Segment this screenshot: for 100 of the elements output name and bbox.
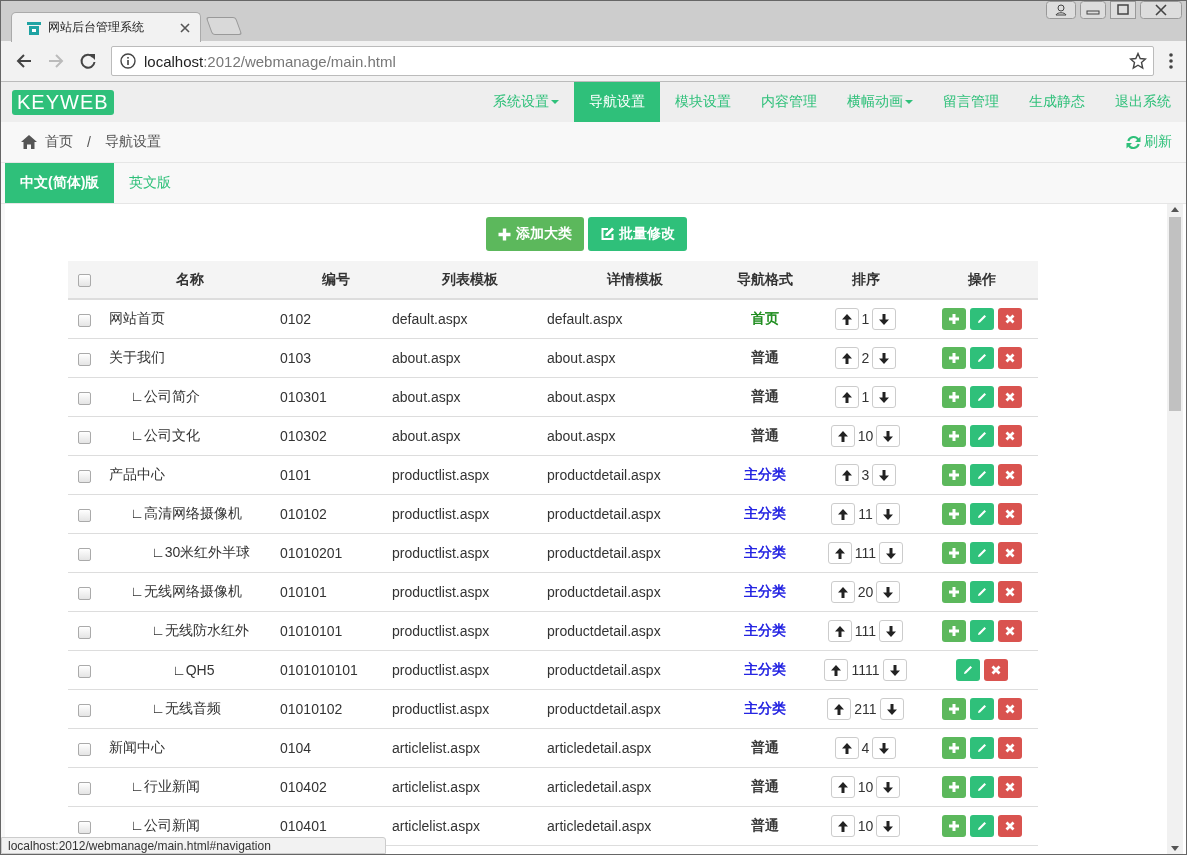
up-button[interactable] [830,815,855,837]
row-checkbox[interactable] [77,313,91,327]
add-child-button[interactable] [941,737,966,759]
reload-icon[interactable] [79,52,97,70]
delete-button[interactable] [997,620,1022,642]
delete-button[interactable] [997,815,1022,837]
add-button[interactable]: 添加大类 [485,217,584,251]
add-child-button[interactable] [941,464,966,486]
add-child-button[interactable] [941,347,966,369]
nav-item[interactable]: 退出系统 [1100,82,1186,122]
edit-button[interactable] [955,659,980,681]
down-button[interactable] [876,815,901,837]
nav-item[interactable]: 生成静态 [1014,82,1100,122]
down-button[interactable] [882,659,907,681]
up-button[interactable] [834,347,859,369]
up-button[interactable] [827,542,852,564]
delete-button[interactable] [997,581,1022,603]
up-button[interactable] [830,776,855,798]
close-icon[interactable] [1140,1,1182,19]
edit-button[interactable] [969,347,994,369]
up-button[interactable] [827,698,852,720]
edit-button[interactable] [969,464,994,486]
delete-button[interactable] [997,542,1022,564]
down-button[interactable] [876,425,901,447]
delete-button[interactable] [997,464,1022,486]
address-field[interactable]: localhost:2012/webmanage/main.html [111,46,1154,76]
delete-button[interactable] [997,347,1022,369]
add-child-button[interactable] [941,776,966,798]
add-child-button[interactable] [941,425,966,447]
delete-button[interactable] [997,776,1022,798]
star-icon[interactable] [1129,52,1147,70]
row-checkbox[interactable] [77,430,91,444]
edit-button[interactable] [969,581,994,603]
delete-button[interactable] [997,737,1022,759]
edit-button[interactable] [969,776,994,798]
breadcrumb-item[interactable]: 首页 [45,133,73,151]
row-checkbox[interactable] [77,703,91,717]
add-child-button[interactable] [941,698,966,720]
up-button[interactable] [834,386,859,408]
refresh-link[interactable]: 刷新 [1126,133,1172,151]
batch-edit-button[interactable]: 批量修改 [587,217,687,251]
edit-button[interactable] [969,386,994,408]
row-checkbox[interactable] [77,547,91,561]
edit-button[interactable] [969,308,994,330]
row-checkbox[interactable] [77,664,91,678]
add-child-button[interactable] [941,620,966,642]
nav-item[interactable]: 横幅动画 [832,82,928,122]
nav-item[interactable]: 内容管理 [746,82,832,122]
down-button[interactable] [872,737,897,759]
down-button[interactable] [879,620,904,642]
language-tab[interactable]: 中文(简体)版 [5,163,115,203]
delete-button[interactable] [997,308,1022,330]
down-button[interactable] [872,464,897,486]
down-button[interactable] [872,347,897,369]
edit-button[interactable] [969,737,994,759]
add-child-button[interactable] [941,308,966,330]
down-button[interactable] [879,698,904,720]
select-all-checkbox[interactable] [77,274,91,288]
down-button[interactable] [872,386,897,408]
up-button[interactable] [834,308,859,330]
up-button[interactable] [824,659,849,681]
edit-button[interactable] [969,698,994,720]
row-checkbox[interactable] [77,625,91,639]
add-child-button[interactable] [941,581,966,603]
up-button[interactable] [834,737,859,759]
scrollbar-thumb[interactable] [1169,217,1181,411]
row-checkbox[interactable] [77,586,91,600]
scrollbar[interactable] [1167,204,1183,854]
breadcrumb-item[interactable]: 导航设置 [104,133,161,151]
nav-item[interactable]: 留言管理 [928,82,1014,122]
maximize-icon[interactable] [1110,1,1136,19]
delete-button[interactable] [997,503,1022,525]
row-checkbox[interactable] [77,469,91,483]
add-child-button[interactable] [941,503,966,525]
language-tab[interactable]: 英文版 [114,163,187,203]
row-checkbox[interactable] [77,508,91,522]
row-checkbox[interactable] [77,742,91,756]
edit-button[interactable] [969,542,994,564]
row-checkbox[interactable] [77,781,91,795]
browser-tab[interactable]: 网站后台管理系统 [11,12,201,42]
up-button[interactable] [831,503,856,525]
minimize-icon[interactable] [1080,1,1106,19]
nav-item[interactable]: 模块设置 [660,82,746,122]
down-button[interactable] [879,542,904,564]
down-button[interactable] [875,503,900,525]
menu-icon[interactable] [1168,52,1174,70]
logo[interactable]: KEYWEB [12,89,114,115]
down-button[interactable] [876,581,901,603]
delete-button[interactable] [983,659,1008,681]
add-child-button[interactable] [941,542,966,564]
up-button[interactable] [830,425,855,447]
delete-button[interactable] [997,698,1022,720]
row-checkbox[interactable] [77,820,91,834]
edit-button[interactable] [969,425,994,447]
up-button[interactable] [834,464,859,486]
row-checkbox[interactable] [77,391,91,405]
back-icon[interactable] [15,52,33,70]
edit-button[interactable] [969,815,994,837]
down-button[interactable] [872,308,897,330]
delete-button[interactable] [997,425,1022,447]
